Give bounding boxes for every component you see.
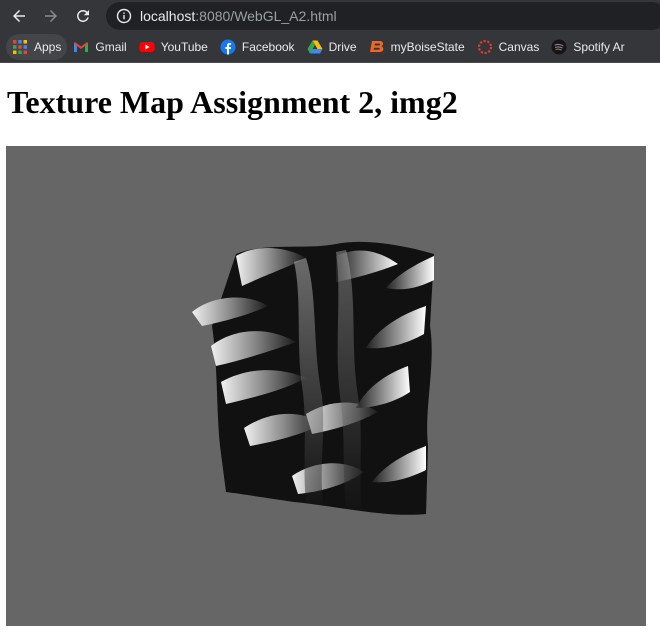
bookmark-label: myBoiseState [390, 40, 465, 54]
bookmark-canvas[interactable]: Canvas [471, 34, 546, 60]
bookmark-label: Gmail [95, 40, 127, 54]
bookmark-drive[interactable]: Drive [301, 34, 363, 60]
page-title: Texture Map Assignment 2, img2 [7, 84, 458, 120]
facebook-icon [220, 39, 236, 55]
bookmark-label: Drive [328, 40, 357, 54]
gmail-icon [73, 39, 89, 55]
spotify-icon [551, 39, 567, 55]
url-text: localhost:8080/WebGL_A2.html [140, 8, 337, 24]
back-button[interactable] [6, 3, 32, 29]
bookmark-youtube[interactable]: YouTube [133, 34, 214, 60]
apps-grid-icon [12, 39, 28, 55]
boise-state-icon [369, 39, 385, 55]
url-path: :8080/WebGL_A2.html [195, 8, 337, 24]
bookmark-label: YouTube [160, 40, 208, 54]
reload-icon [76, 9, 89, 22]
bookmark-label: Spotify Ar [573, 40, 625, 54]
bookmark-label: Apps [34, 40, 62, 54]
youtube-icon [139, 39, 155, 55]
webgl-canvas[interactable] [6, 146, 646, 626]
reload-button[interactable] [70, 3, 96, 29]
google-drive-icon [307, 39, 323, 55]
bookmark-myboisestate[interactable]: myBoiseState [363, 34, 471, 60]
site-info-icon[interactable] [116, 8, 132, 24]
bookmark-apps[interactable]: Apps [6, 34, 68, 60]
bookmark-gmail[interactable]: Gmail [67, 34, 132, 60]
bookmarks-bar: Apps Gmail YouTube Facebook Drive myBois… [0, 32, 660, 63]
bookmark-label: Facebook [241, 40, 295, 54]
texture-mapped-terrain [192, 241, 434, 515]
url-host: localhost [140, 8, 196, 24]
bookmark-label: Canvas [498, 40, 540, 54]
canvas-icon [477, 39, 493, 55]
back-arrow-icon [13, 10, 25, 22]
forward-button[interactable] [38, 3, 64, 29]
bookmark-spotify[interactable]: Spotify Ar [545, 34, 630, 60]
browser-toolbar: localhost:8080/WebGL_A2.html [0, 0, 660, 32]
forward-arrow-icon [45, 10, 57, 22]
address-bar[interactable]: localhost:8080/WebGL_A2.html [106, 2, 660, 30]
bookmark-facebook[interactable]: Facebook [214, 34, 301, 60]
